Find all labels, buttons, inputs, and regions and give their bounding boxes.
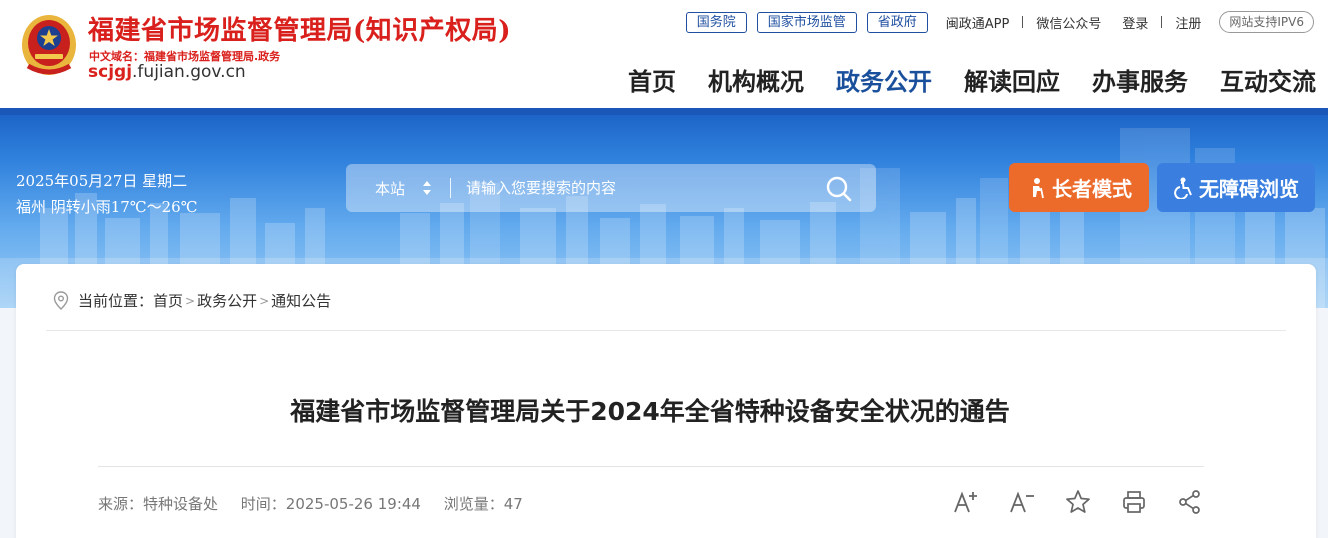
- top-links: 国务院 国家市场监管 省政府 闽政通APP 微信公众号 登录 注册 网站支持IP…: [685, 11, 1314, 33]
- search-icon[interactable]: [824, 174, 854, 204]
- article-card: 当前位置： 首页 > 政务公开 > 通知公告 福建省市场监督管理局关于2024年…: [16, 264, 1316, 538]
- current-date: 2025年05月27日 星期二: [16, 172, 188, 190]
- breadcrumb-prefix: 当前位置：: [78, 292, 154, 310]
- search-scope-select[interactable]: 本站: [375, 178, 405, 199]
- divider: [98, 466, 1204, 467]
- breadcrumb-notices[interactable]: 通知公告: [271, 290, 331, 311]
- link-wechat[interactable]: 微信公众号: [1036, 13, 1101, 32]
- updown-arrows-icon[interactable]: [422, 178, 432, 198]
- date-weather: 2025年05月27日 星期二 福州 阴转小雨17℃～26℃: [16, 168, 198, 220]
- article-tools: [952, 488, 1232, 516]
- site-domain: scjgj.fujian.gov.cn: [88, 62, 246, 82]
- wheelchair-icon: [1174, 177, 1192, 199]
- nav-interaction[interactable]: 互动交流: [1220, 62, 1316, 97]
- location-pin-icon: [53, 290, 69, 310]
- article-title: 福建省市场监督管理局关于2024年全省特种设备安全状况的通告: [290, 397, 1010, 426]
- site-title[interactable]: 福建省市场监督管理局(知识产权局): [88, 10, 511, 47]
- search-input[interactable]: [466, 174, 816, 202]
- divider: [46, 330, 1286, 331]
- nav-organization[interactable]: 机构概况: [708, 62, 804, 97]
- elder-mode-button[interactable]: 长者模式: [1009, 163, 1149, 212]
- nav-interpretation[interactable]: 解读回应: [964, 62, 1060, 97]
- article-source: 来源：特种设备处: [98, 495, 219, 513]
- ipv6-badge: 网站支持IPV6: [1219, 11, 1314, 33]
- accessibility-button[interactable]: 无障碍浏览: [1157, 163, 1315, 212]
- print-icon[interactable]: [1120, 488, 1148, 516]
- font-decrease-icon[interactable]: [1008, 488, 1036, 516]
- link-provincial-gov[interactable]: 省政府: [866, 11, 928, 33]
- share-icon[interactable]: [1176, 488, 1204, 516]
- weather-info: 福州 阴转小雨17℃～26℃: [16, 198, 198, 216]
- nav-services[interactable]: 办事服务: [1092, 62, 1188, 97]
- login-link[interactable]: 登录: [1122, 13, 1148, 32]
- site-header: 福建省市场监督管理局(知识产权局) 中文域名：福建省市场监督管理局.政务 scj…: [0, 0, 1328, 108]
- domain-rest-part: .fujian.gov.cn: [132, 62, 246, 82]
- link-mzt-app[interactable]: 闽政通APP: [946, 13, 1010, 32]
- main-nav: 首页 机构概况 政务公开 解读回应 办事服务 互动交流: [596, 62, 1316, 97]
- link-state-council[interactable]: 国务院: [685, 11, 747, 33]
- divider: [1161, 16, 1163, 28]
- elder-person-icon: [1033, 177, 1044, 198]
- elder-mode-label: 长者模式: [1052, 177, 1132, 201]
- breadcrumb-gov-affairs[interactable]: 政务公开: [197, 290, 257, 311]
- nav-government-affairs[interactable]: 政务公开: [836, 62, 932, 97]
- search-divider: [450, 178, 451, 198]
- link-samr[interactable]: 国家市场监管: [756, 11, 857, 33]
- breadcrumb-separator: >: [259, 293, 270, 308]
- breadcrumb: 当前位置： 首页 > 政务公开 > 通知公告: [52, 290, 331, 311]
- breadcrumb-separator: >: [185, 293, 196, 308]
- article-time: 时间：2025-05-26 19:44: [240, 495, 421, 513]
- national-emblem-icon: [22, 15, 76, 75]
- accessibility-label: 无障碍浏览: [1199, 177, 1299, 201]
- domain-bold-part: scjgj: [88, 62, 133, 82]
- star-icon[interactable]: [1064, 488, 1092, 516]
- divider: [1022, 16, 1024, 28]
- article-meta: 来源：特种设备处 时间：2025-05-26 19:44 浏览量：47: [98, 493, 541, 514]
- font-increase-icon[interactable]: [952, 488, 980, 516]
- search-bar: 本站: [346, 164, 876, 212]
- article-views: 浏览量：47: [443, 495, 523, 513]
- breadcrumb-home[interactable]: 首页: [153, 290, 183, 311]
- register-link[interactable]: 注册: [1175, 13, 1201, 32]
- nav-home[interactable]: 首页: [628, 62, 676, 97]
